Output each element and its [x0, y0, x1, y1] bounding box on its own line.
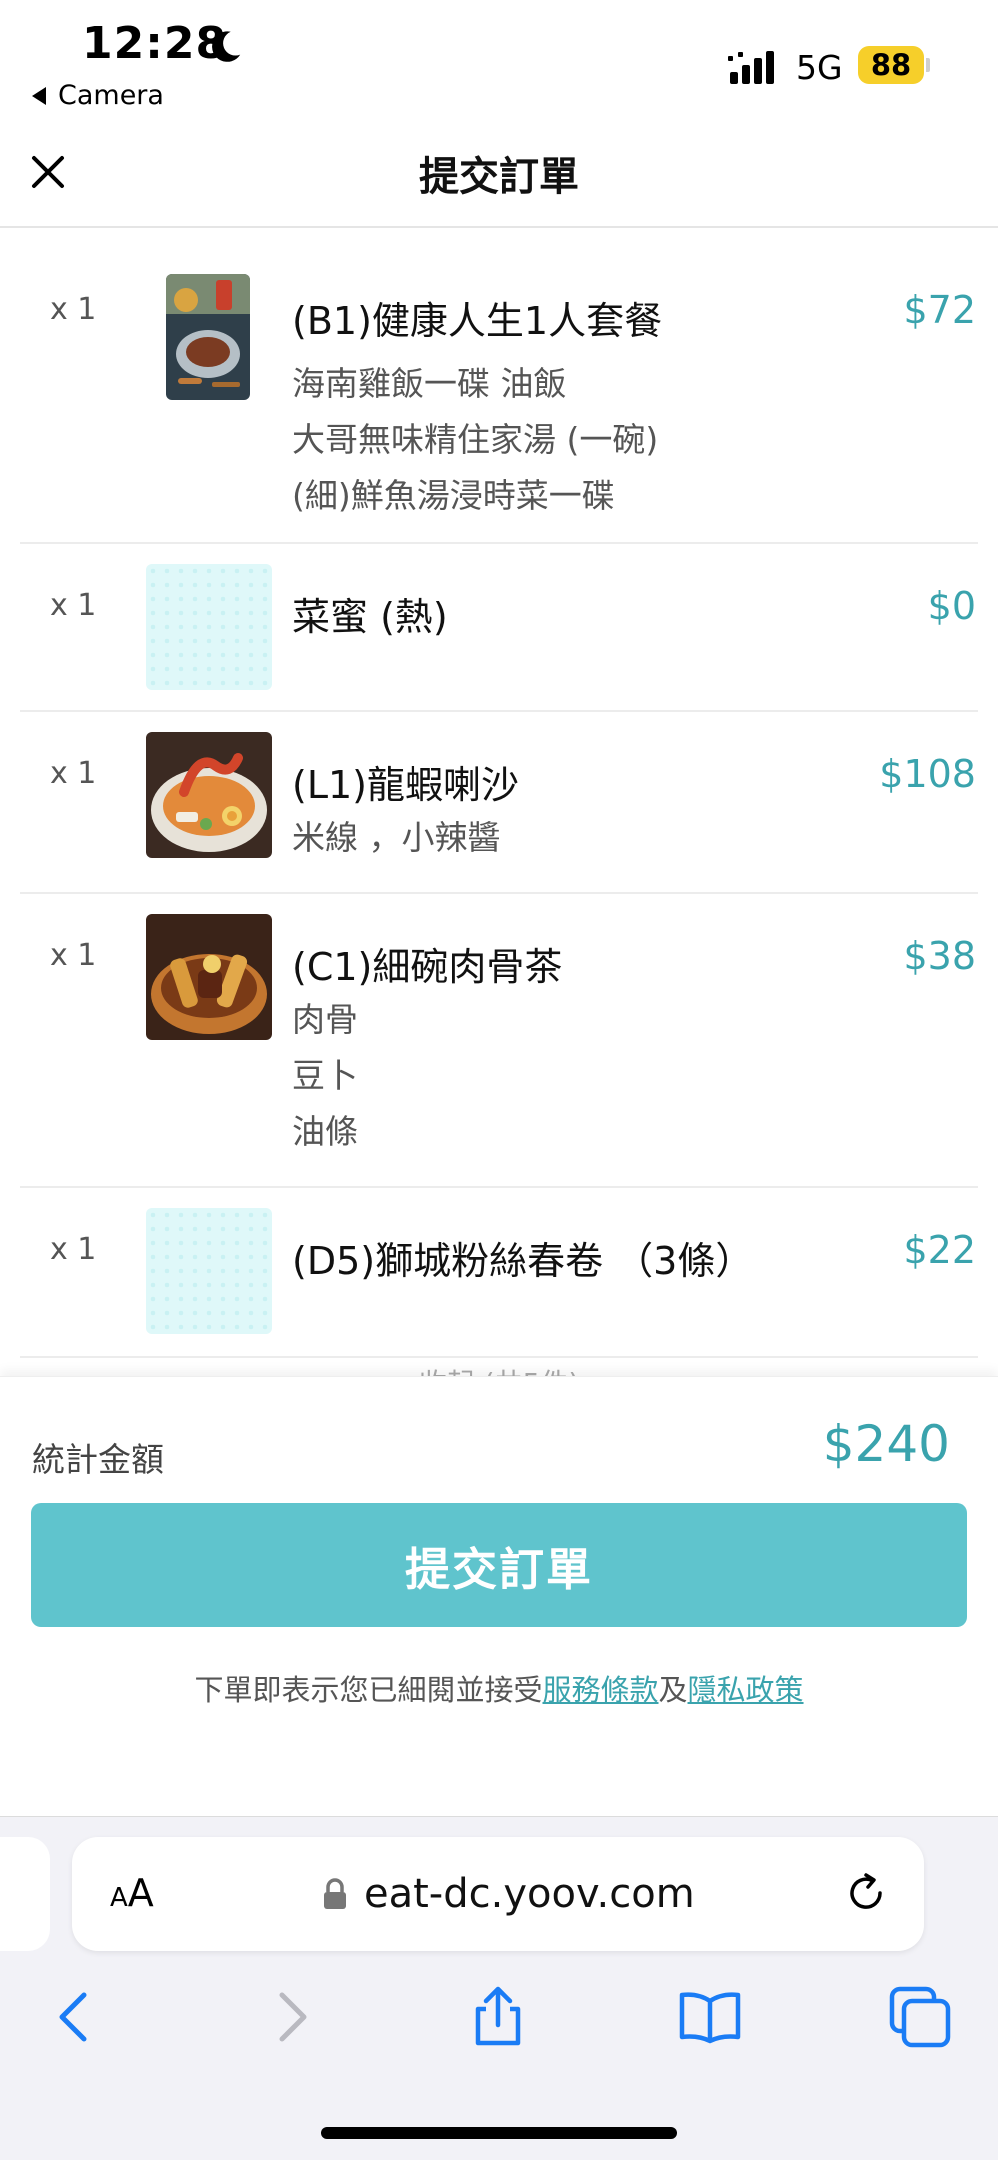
- item-name: (L1)龍蝦喇沙: [292, 763, 519, 807]
- page-header: 提交訂單: [0, 120, 998, 228]
- item-options: 米線 ，小辣醬: [292, 810, 501, 866]
- item-name: 菜蜜 (熱): [292, 595, 448, 639]
- item-options: 海南雞飯一碟 油飯 大哥無味精住家湯 (一碗) (細)鮮魚湯浸時菜一碟: [292, 356, 658, 524]
- item-option: 肉骨: [292, 1000, 358, 1039]
- item-image: [146, 914, 272, 1040]
- bookmarks-icon[interactable]: [678, 1985, 742, 2049]
- battery-indicator: 88: [858, 46, 924, 84]
- previous-tab-preview[interactable]: [0, 1837, 50, 1951]
- bak-kut-teh-photo-icon: [146, 914, 272, 1040]
- item-name: (D5)獅城粉絲春卷 （3條）: [292, 1239, 754, 1283]
- item-quantity: x 1: [50, 938, 97, 973]
- terms-and: 及: [658, 1673, 688, 1707]
- item-quantity: x 1: [50, 756, 97, 791]
- item-quantity: x 1: [50, 588, 97, 623]
- order-item: x 1 菜蜜 (熱) $0: [20, 544, 978, 712]
- browser-toolbar: AA eat-dc.yoov.com: [0, 1816, 998, 2160]
- lock-icon: [324, 1878, 346, 1909]
- network-type: 5G: [796, 48, 843, 87]
- submit-order-button[interactable]: 提交訂單: [31, 1503, 967, 1627]
- order-item-list[interactable]: x 1 (B1)健康人生1人套餐 $72 海南雞飯一碟 油飯 大哥無味精住家湯 …: [0, 230, 998, 1376]
- moon-icon: [212, 31, 241, 62]
- status-bar: 12:28 Camera 5G 88: [0, 0, 998, 120]
- battery-cap: [926, 58, 930, 72]
- reload-icon[interactable]: [842, 1869, 890, 1917]
- item-price: $72: [903, 288, 976, 332]
- item-option: 豆卜: [292, 1056, 358, 1095]
- browser-nav-row: [0, 1985, 998, 2065]
- order-summary-panel: 統計金額 $240 提交訂單 下單即表示您已細閱並接受服務條款及隱私政策: [0, 1376, 998, 1816]
- item-price: $0: [927, 584, 976, 628]
- item-option: 海南雞飯一碟 油飯: [292, 364, 567, 403]
- item-image-placeholder: [146, 564, 272, 690]
- item-quantity: x 1: [50, 1232, 97, 1267]
- terms-notice: 下單即表示您已細閱並接受服務條款及隱私政策: [0, 1667, 998, 1709]
- privacy-policy-link[interactable]: 隱私政策: [688, 1673, 804, 1707]
- address-bar[interactable]: AA eat-dc.yoov.com: [72, 1837, 924, 1951]
- back-chevron-icon[interactable]: [44, 1985, 108, 2049]
- item-option: 大哥無味精住家湯 (一碗): [292, 420, 659, 459]
- back-triangle-icon: [32, 86, 46, 105]
- back-app-label: Camera: [58, 80, 164, 111]
- item-option: 油條: [292, 1112, 358, 1151]
- order-item: x 1 (C1)細碗肉骨茶 $38 肉骨 豆卜 油條: [20, 894, 978, 1188]
- item-options: 肉骨 豆卜 油條: [292, 992, 358, 1160]
- collapse-items-link[interactable]: 收起 (共5件): [0, 1362, 998, 1376]
- forward-chevron-icon[interactable]: [258, 1985, 322, 2049]
- item-image: [166, 274, 250, 400]
- url-text: eat-dc.yoov.com: [364, 1871, 695, 1917]
- item-option: (細)鮮魚湯浸時菜一碟: [292, 476, 615, 515]
- total-amount: $240: [822, 1415, 950, 1473]
- tabs-icon[interactable]: [888, 1985, 952, 2049]
- terms-prefix: 下單即表示您已細閱並接受: [194, 1673, 543, 1707]
- back-to-camera-button[interactable]: Camera: [32, 80, 164, 111]
- url-display[interactable]: eat-dc.yoov.com: [322, 1871, 695, 1917]
- item-image-placeholder: [146, 1208, 272, 1334]
- item-price: $108: [879, 752, 976, 796]
- order-item: x 1 (B1)健康人生1人套餐 $72 海南雞飯一碟 油飯 大哥無味精住家湯 …: [20, 248, 978, 544]
- set-meal-photo-icon: [166, 274, 250, 400]
- item-image: [146, 732, 272, 858]
- terms-of-service-link[interactable]: 服務條款: [542, 1673, 658, 1707]
- item-quantity: x 1: [50, 292, 97, 327]
- home-indicator: [321, 2127, 677, 2139]
- item-option: 米線 ，小辣醬: [292, 818, 501, 857]
- item-name: (B1)健康人生1人套餐: [292, 299, 663, 343]
- item-name: (C1)細碗肉骨茶: [292, 945, 563, 989]
- signal-icon: [728, 51, 774, 84]
- total-label: 統計金額: [32, 1440, 164, 1479]
- order-item: x 1 (L1)龍蝦喇沙 $108 米線 ，小辣醬: [20, 712, 978, 894]
- order-item: x 1 (D5)獅城粉絲春卷 （3條） $22: [20, 1188, 978, 1358]
- page-title: 提交訂單: [419, 154, 579, 200]
- item-price: $38: [903, 934, 976, 978]
- reader-settings-button[interactable]: AA: [110, 1871, 154, 1915]
- share-icon[interactable]: [466, 1985, 530, 2049]
- lobster-laksa-photo-icon: [146, 732, 272, 858]
- item-price: $22: [903, 1228, 976, 1272]
